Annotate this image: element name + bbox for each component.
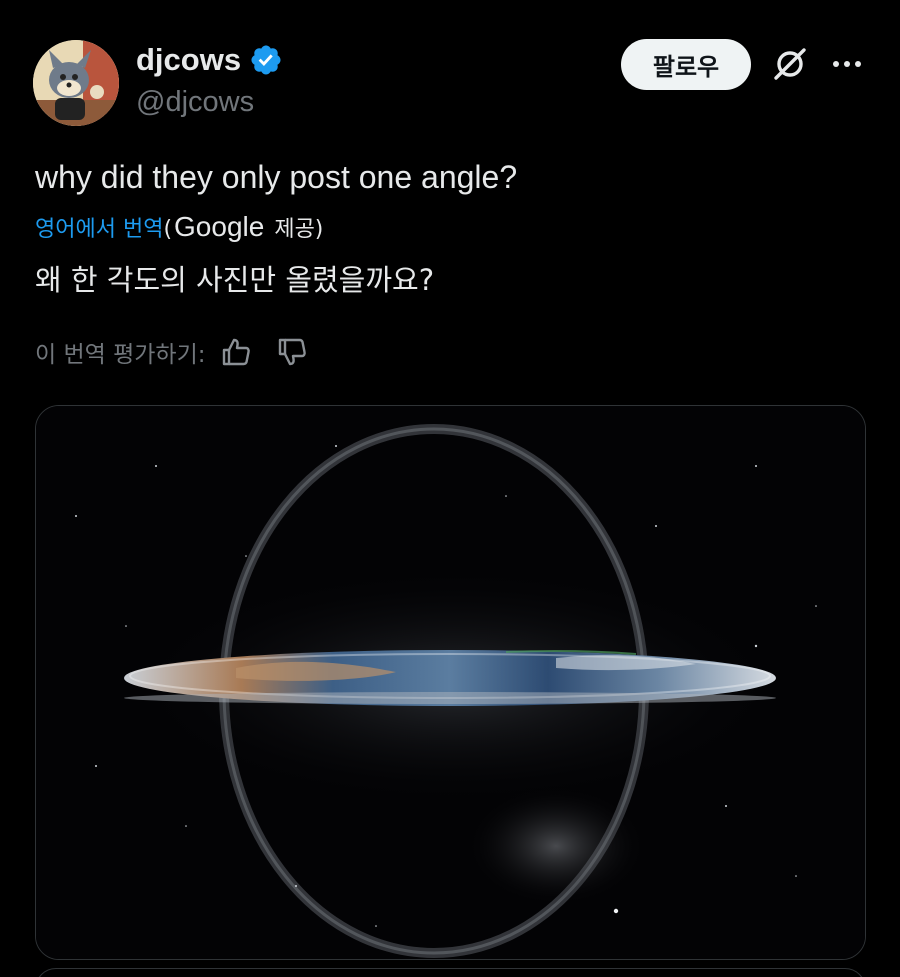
follow-button[interactable]: 팔로우 — [621, 39, 751, 90]
avatar-image — [33, 40, 119, 126]
translation-provider: Google — [174, 211, 265, 242]
translated-tweet-text: 왜 한 각도의 사진만 올렸을까요? — [35, 263, 435, 297]
thumbs-down-icon[interactable] — [276, 336, 308, 368]
translation-provided-label: 제공) — [274, 217, 324, 242]
verified-badge-icon — [251, 45, 281, 75]
tweet-text: why did they only post one angle? — [35, 159, 518, 195]
rate-translation-label: 이 번역 평가하기: — [35, 342, 206, 368]
flat-earth-disc-in-space-image — [36, 406, 865, 959]
tweet-view: djcows @djcows 팔로우 why did they only pos… — [0, 0, 900, 977]
thumbs-up-icon[interactable] — [220, 336, 252, 368]
grok-icon[interactable] — [770, 44, 810, 84]
author-name-row[interactable]: djcows — [136, 40, 283, 80]
author-display-name[interactable]: djcows — [136, 40, 241, 80]
author-handle[interactable]: @djcows — [136, 84, 254, 120]
rate-translation-row: 이 번역 평가하기: — [35, 335, 308, 369]
avatar[interactable] — [33, 40, 119, 126]
next-media-card-edge — [35, 968, 866, 977]
translation-open-paren: ( — [163, 217, 173, 242]
translation-attribution: 영어에서 번역 ( Google 제공) — [35, 209, 323, 248]
more-horizontal-icon[interactable] — [828, 46, 866, 82]
tweet-media[interactable] — [35, 405, 866, 960]
translated-from-link[interactable]: 영어에서 번역 — [35, 212, 163, 248]
